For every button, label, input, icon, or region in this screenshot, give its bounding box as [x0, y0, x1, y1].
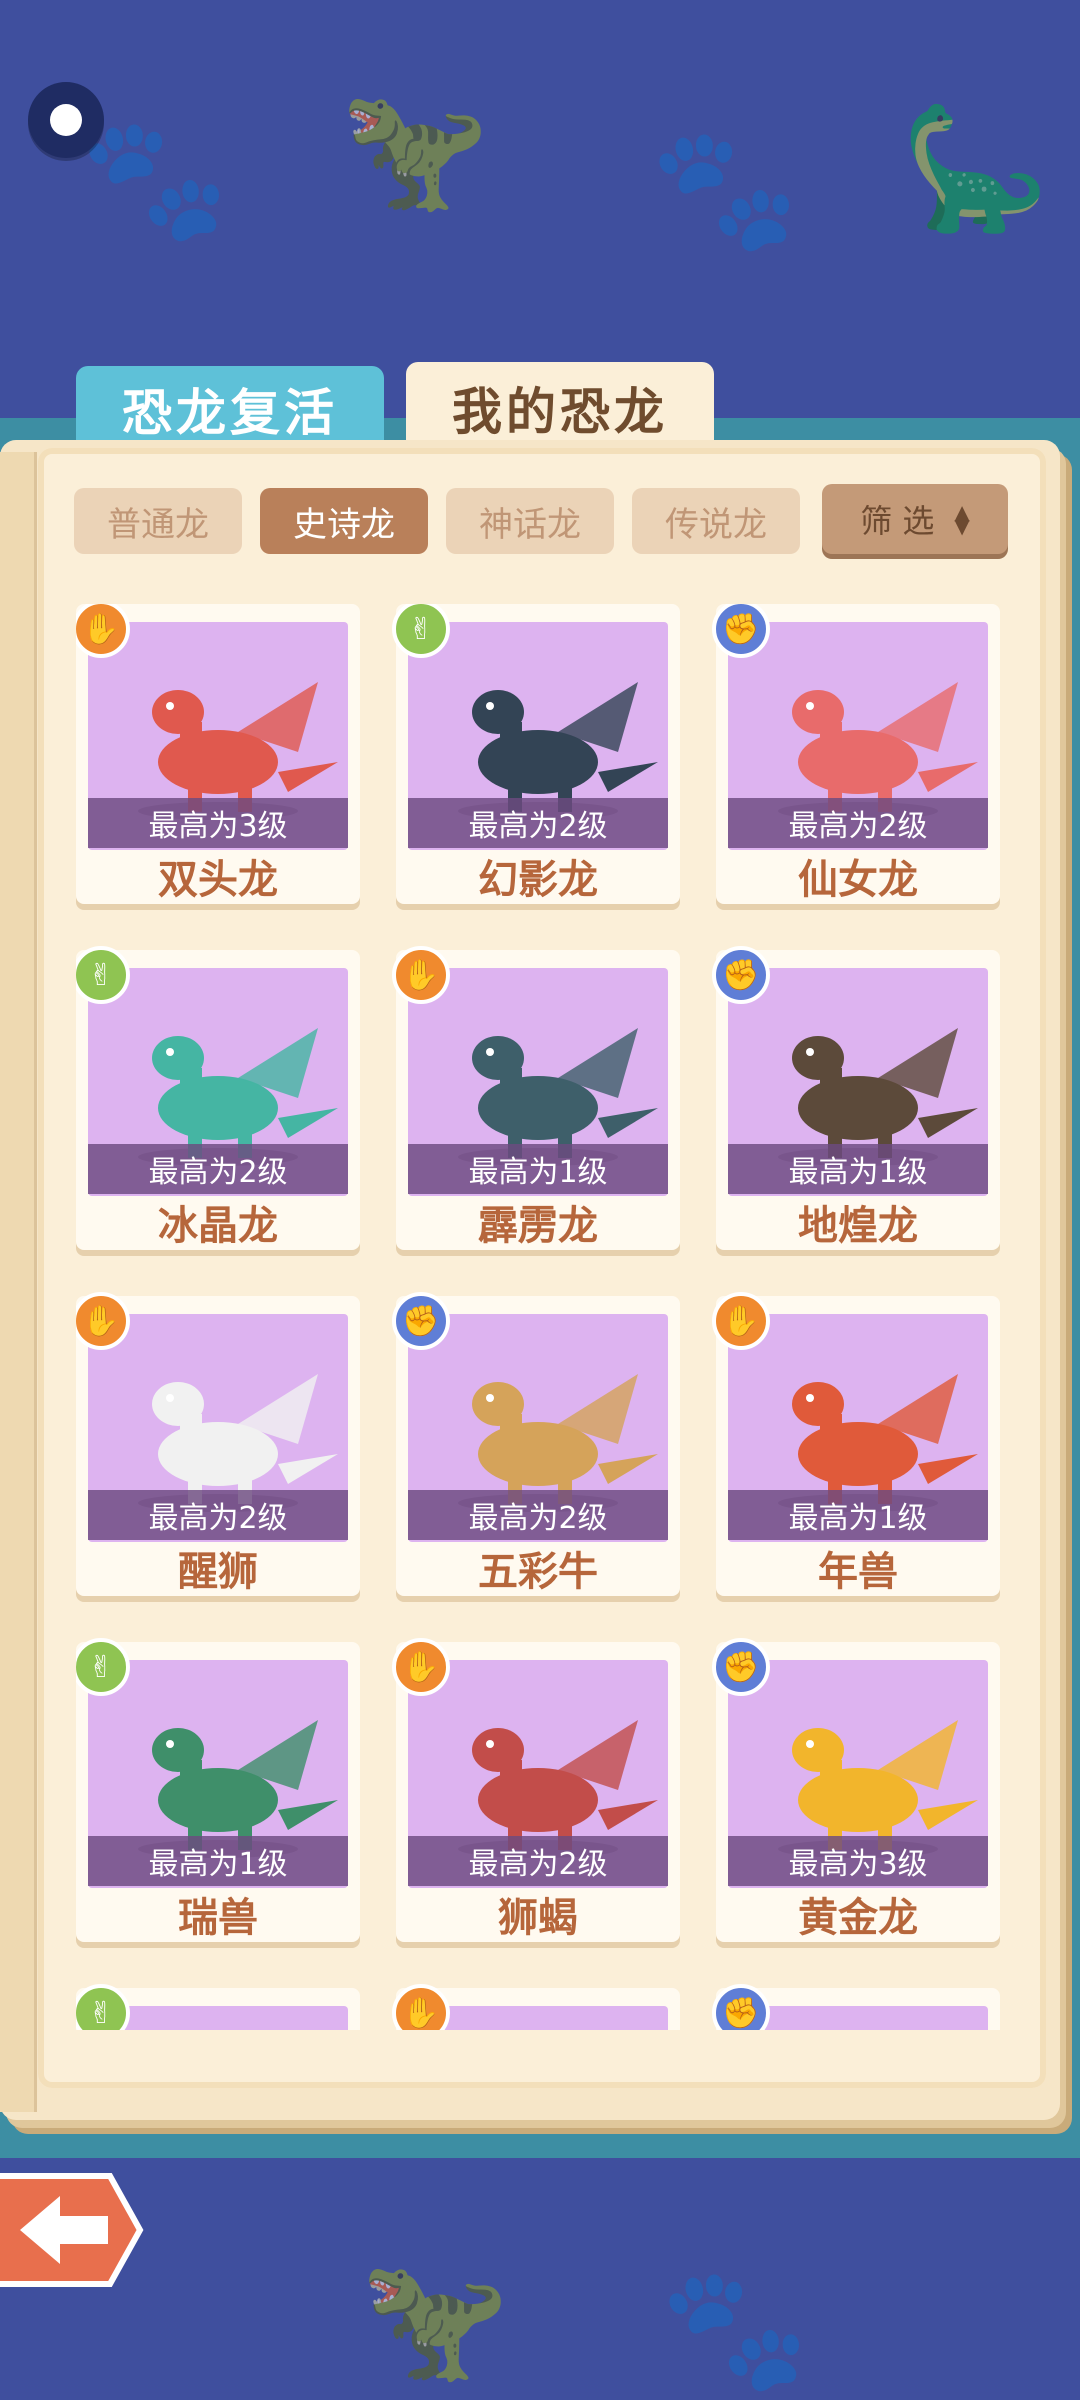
dragon-card[interactable]: 最高为2级五彩牛 ✊ [392, 1292, 680, 1596]
book-page-edge [0, 452, 37, 2112]
dragon-name: 幻影龙 [478, 857, 598, 903]
max-level-label: 最高为2级 [408, 798, 668, 848]
category-mythic[interactable]: 神话龙 [446, 488, 614, 554]
dragon-grid: 最高为3级 双头龙 ✋ 最高为2级 幻影龙 ✌ 最高为2级 仙女龙 ✊ 最高为2级 冰晶龙 ✌ 最高为1… [76, 604, 1002, 2030]
paper-hand-icon: ✋ [392, 1984, 450, 2030]
dragon-name: 瑞兽 [178, 1895, 258, 1941]
scissors-hand-icon: ✌ [76, 1984, 130, 2030]
dragon-card[interactable]: 最高为1级 瑞兽 ✌ [76, 1638, 360, 1942]
dino-decoration-icon: 🦖 [340, 80, 490, 219]
max-level-label: 最高为1级 [88, 1836, 348, 1886]
dragon-card[interactable]: 最高为3级 双头龙 ✋ [76, 604, 360, 904]
rock-hand-icon: ✊ [392, 1292, 450, 1350]
max-level-label: 最高为1级 [728, 1144, 988, 1194]
rock-hand-icon: ✊ [712, 1638, 770, 1696]
rock-hand-icon: ✊ [712, 1984, 770, 2030]
dragon-name: 黄金龙 [798, 1895, 918, 1941]
dragon-card[interactable]: 最高为1级年兽 ✋ [712, 1292, 1000, 1596]
dragon-name: 霹雳龙 [478, 1203, 598, 1249]
paper-hand-icon: ✋ [392, 946, 450, 1004]
paper-hand-icon: ✋ [712, 1292, 770, 1350]
dragon-name: 地煌龙 [798, 1203, 918, 1249]
dragon-card[interactable]: 最高为2级 醒狮 ✋ [76, 1292, 360, 1596]
max-level-label: 最高为2级 [88, 1144, 348, 1194]
dragon-name: 五彩牛 [478, 1549, 598, 1595]
back-button[interactable] [0, 2166, 150, 2294]
settings-dot-icon[interactable] [28, 82, 104, 158]
paw-decoration-icon: 🐾 [650, 120, 800, 259]
max-level-label: 最高为3级 [728, 1836, 988, 1886]
category-tabs: 普通龙 史诗龙 神话龙 传说龙 [74, 488, 800, 554]
dragon-card[interactable]: 最高为3级黄金龙 ✊ [712, 1638, 1000, 1942]
paw-decoration-icon: 🐾 [80, 110, 230, 249]
dragon-card[interactable]: 最高为2级 幻影龙 ✌ [392, 604, 680, 904]
dragon-name: 仙女龙 [798, 857, 918, 903]
max-level-label: 最高为2级 [728, 798, 988, 848]
max-level-label: 最高为1级 [408, 1144, 668, 1194]
dragon-card[interactable]: 最高为2级 冰晶龙 ✌ [76, 946, 360, 1250]
dragon-card[interactable]: 最高为2级 仙女龙 ✊ [712, 604, 1000, 904]
category-epic[interactable]: 史诗龙 [260, 488, 428, 554]
category-legendary[interactable]: 传说龙 [632, 488, 800, 554]
dragon-card[interactable]: ✊ [712, 1984, 1000, 2030]
dragon-card[interactable]: 最高为2级狮蝎 ✋ [392, 1638, 680, 1942]
dragon-card[interactable]: 最高为1级地煌龙 ✊ [712, 946, 1000, 1250]
rock-hand-icon: ✊ [712, 946, 770, 1004]
dino-decoration-icon: 🦖 [360, 2250, 510, 2389]
max-level-label: 最高为3级 [88, 798, 348, 848]
dragon-name: 狮蝎 [498, 1895, 578, 1941]
dragon-name: 冰晶龙 [158, 1203, 278, 1249]
max-level-label: 最高为2级 [88, 1490, 348, 1540]
dino-decoration-icon: 🦕 [900, 100, 1050, 239]
filter-label: 筛 选 [860, 502, 935, 540]
sort-arrows-icon: ▲ ▼ [954, 500, 970, 538]
dragon-card[interactable]: 最高为1级霹雳龙 ✋ [392, 946, 680, 1250]
paw-decoration-icon: 🐾 [660, 2260, 810, 2399]
category-common[interactable]: 普通龙 [74, 488, 242, 554]
max-level-label: 最高为2级 [408, 1490, 668, 1540]
max-level-label: 最高为1级 [728, 1490, 988, 1540]
max-level-label: 最高为2级 [408, 1836, 668, 1886]
paper-hand-icon: ✋ [392, 1638, 450, 1696]
dragon-name: 双头龙 [158, 857, 278, 903]
dragon-name: 年兽 [818, 1549, 898, 1595]
dragon-card[interactable]: ✌ [76, 1984, 360, 2030]
filter-button[interactable]: 筛 选 ▲ ▼ [822, 484, 1008, 554]
dragon-name: 醒狮 [178, 1549, 258, 1595]
dragon-card[interactable]: ✋ [392, 1984, 680, 2030]
